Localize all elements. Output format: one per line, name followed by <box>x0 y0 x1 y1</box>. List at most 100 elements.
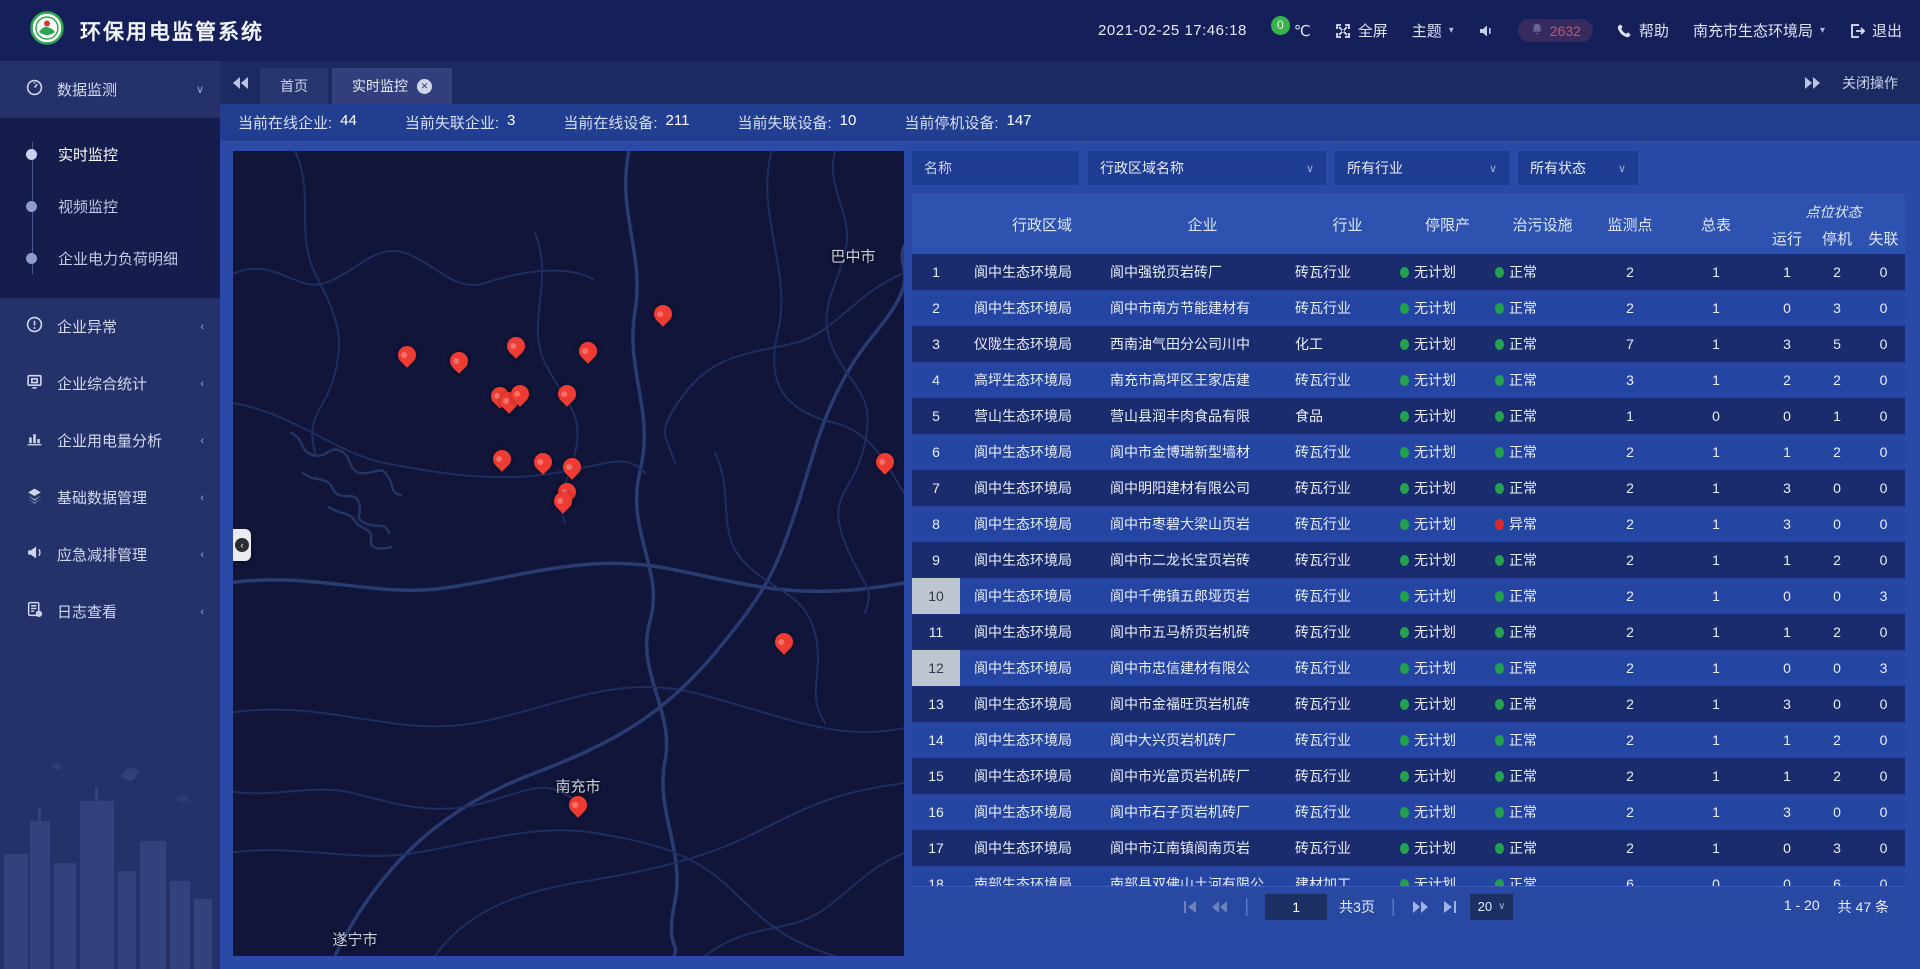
cell-company: 阆中大兴页岩机砖厂 <box>1110 730 1295 750</box>
stat-item-1: 当前失联企业:3 <box>405 112 516 133</box>
sidebar-item-3[interactable]: 企业用电量分析‹ <box>0 412 220 469</box>
table-row[interactable]: 11阆中生态环境局阆中市五马桥页岩机砖砖瓦行业无计划正常21120 <box>912 614 1905 650</box>
col-point-status-group: 点位状态 运行 停机 失联 <box>1762 194 1905 254</box>
cell-industry: 砖瓦行业 <box>1295 298 1400 318</box>
cell-company: 南充市高坪区王家店建 <box>1110 370 1295 390</box>
table-row[interactable]: 5营山生态环境局营山县润丰肉食品有限食品无计划正常10010 <box>912 398 1905 434</box>
cell-industry: 砖瓦行业 <box>1295 802 1400 822</box>
cell-offline: 0 <box>1862 876 1905 886</box>
help-button[interactable]: 帮助 <box>1617 20 1669 41</box>
chevron-down-icon: ∨ <box>1489 162 1497 175</box>
fullscreen-button[interactable]: 全屏 <box>1335 20 1388 41</box>
cell-facility: 正常 <box>1495 802 1590 822</box>
temperature: 0 ℃ <box>1271 22 1311 40</box>
status-dot-icon <box>1400 519 1409 530</box>
table-row[interactable]: 6阆中生态环境局阆中市金博瑞新型墙材砖瓦行业无计划正常21120 <box>912 434 1905 470</box>
row-number: 10 <box>912 578 960 614</box>
cell-company: 阆中明阳建材有限公司 <box>1110 478 1295 498</box>
table-row[interactable]: 17阆中生态环境局阆中市江南镇阆南页岩砖瓦行业无计划正常21030 <box>912 830 1905 866</box>
table-row[interactable]: 1阆中生态环境局阆中强锐页岩砖厂砖瓦行业无计划正常21120 <box>912 254 1905 290</box>
sidebar-item-5[interactable]: 应急减排管理‹ <box>0 526 220 583</box>
col-offline: 失联 <box>1862 222 1905 254</box>
status-select[interactable]: 所有状态∨ <box>1518 151 1638 185</box>
cell-offline: 0 <box>1862 624 1905 640</box>
sidebar-subitem-2[interactable]: 企业电力负荷明细 <box>0 232 220 284</box>
table-row[interactable]: 2阆中生态环境局阆中市南方节能建材有砖瓦行业无计划正常21030 <box>912 290 1905 326</box>
cell-running: 0 <box>1762 876 1812 886</box>
cell-offline: 0 <box>1862 480 1905 496</box>
tabs-scroll-right-button[interactable] <box>1792 61 1832 104</box>
theme-dropdown[interactable]: 主题▾ <box>1412 20 1454 41</box>
cell-stopped: 2 <box>1812 444 1862 460</box>
sidebar-subitem-0[interactable]: 实时监控 <box>0 128 220 180</box>
table-row[interactable]: 7阆中生态环境局阆中明阳建材有限公司砖瓦行业无计划正常21300 <box>912 470 1905 506</box>
region-select[interactable]: 行政区域名称∨ <box>1088 151 1326 185</box>
cell-region: 营山生态环境局 <box>960 406 1110 426</box>
cell-production: 无计划 <box>1400 694 1495 714</box>
cell-region: 阆中生态环境局 <box>960 622 1110 642</box>
sidebar-item-1[interactable]: 企业异常‹ <box>0 298 220 355</box>
bullet-icon <box>26 201 37 212</box>
cell-offline: 0 <box>1862 840 1905 856</box>
tab-close-icon[interactable]: ✕ <box>417 79 432 94</box>
skyline-decoration <box>0 759 220 969</box>
sidebar-item-2[interactable]: 企业综合统计‹ <box>0 355 220 412</box>
map-panel[interactable]: 巴中市南充市遂宁市 ‹ <box>233 151 904 956</box>
industry-select[interactable]: 所有行业∨ <box>1335 151 1509 185</box>
table-row[interactable]: 14阆中生态环境局阆中大兴页岩机砖厂砖瓦行业无计划正常21120 <box>912 722 1905 758</box>
cell-industry: 化工 <box>1295 334 1400 354</box>
cell-meters: 1 <box>1670 300 1762 316</box>
table-row[interactable]: 3仪陇生态环境局西南油气田分公司川中化工无计划正常71350 <box>912 326 1905 362</box>
cell-industry: 砖瓦行业 <box>1295 586 1400 606</box>
chevron-left-icon: ‹ <box>200 606 204 618</box>
sidebar-collapse-button[interactable]: ‹ <box>233 529 251 561</box>
bullet-icon <box>26 149 37 160</box>
user-dropdown[interactable]: 南充市生态环境局▾ <box>1693 20 1825 41</box>
first-page-button[interactable] <box>1182 900 1198 914</box>
logout-button[interactable]: 退出 <box>1849 20 1902 41</box>
total-count-label: 共 47 条 <box>1838 897 1889 917</box>
table-row[interactable]: 8阆中生态环境局阆中市枣碧大梁山页岩砖瓦行业无计划异常21300 <box>912 506 1905 542</box>
table-row[interactable]: 12阆中生态环境局阆中市忠信建材有限公砖瓦行业无计划正常21003 <box>912 650 1905 686</box>
table-row[interactable]: 15阆中生态环境局阆中市光富页岩机砖厂砖瓦行业无计划正常21120 <box>912 758 1905 794</box>
last-page-button[interactable] <box>1442 900 1458 914</box>
cell-meters: 1 <box>1670 444 1762 460</box>
chevron-left-icon: ‹ <box>200 321 204 333</box>
cell-facility: 正常 <box>1495 442 1590 462</box>
previous-page-button[interactable] <box>1210 900 1228 914</box>
table-row[interactable]: 4高坪生态环境局南充市高坪区王家店建砖瓦行业无计划正常31220 <box>912 362 1905 398</box>
sidebar-item-0[interactable]: 数据监测∨ <box>0 61 220 118</box>
notification-badge[interactable]: 2632 <box>1518 19 1593 42</box>
page-number-input[interactable] <box>1265 894 1327 920</box>
cell-company: 阆中市五马桥页岩机砖 <box>1110 622 1295 642</box>
temperature-badge: 0 <box>1271 16 1290 35</box>
tabs-scroll-left-button[interactable] <box>220 61 260 104</box>
cell-industry: 建材加工 <box>1295 874 1400 886</box>
table-row[interactable]: 18南部生态环境局南部县双佛山土河有限公建材加工无计划正常60060 <box>912 866 1905 886</box>
chevron-down-icon: ▾ <box>1449 25 1454 36</box>
sidebar-item-4[interactable]: 基础数据管理‹ <box>0 469 220 526</box>
table-row[interactable]: 13阆中生态环境局阆中市金福旺页岩机砖砖瓦行业无计划正常21300 <box>912 686 1905 722</box>
sidebar-item-6[interactable]: 日志查看‹ <box>0 583 220 640</box>
cell-production: 无计划 <box>1400 802 1495 822</box>
status-dot-icon <box>1400 267 1409 278</box>
sidebar-subitem-1[interactable]: 视频监控 <box>0 180 220 232</box>
page-size-select[interactable]: 20∨ <box>1470 894 1514 920</box>
close-operations-button[interactable]: 关闭操作 <box>1842 73 1898 93</box>
chevron-down-icon: ∨ <box>196 83 204 96</box>
name-search-input[interactable] <box>912 151 1079 185</box>
table-row[interactable]: 9阆中生态环境局阆中市二龙长宝页岩砖砖瓦行业无计划正常21120 <box>912 542 1905 578</box>
cell-industry: 砖瓦行业 <box>1295 478 1400 498</box>
table-row[interactable]: 10阆中生态环境局阆中千佛镇五郎垭页岩砖瓦行业无计划正常21003 <box>912 578 1905 614</box>
cell-production: 无计划 <box>1400 262 1495 282</box>
tab-home[interactable]: 首页 <box>260 68 328 104</box>
cell-running: 1 <box>1762 444 1812 460</box>
tab-realtime-monitor[interactable]: 实时监控 ✕ <box>332 68 452 104</box>
cell-industry: 砖瓦行业 <box>1295 694 1400 714</box>
datetime: 2021-02-25 17:46:18 <box>1098 22 1247 39</box>
table-row[interactable]: 16阆中生态环境局阆中市石子页岩机砖厂砖瓦行业无计划正常21300 <box>912 794 1905 830</box>
cell-industry: 砖瓦行业 <box>1295 550 1400 570</box>
next-page-button[interactable] <box>1412 900 1430 914</box>
status-dot-icon <box>1495 771 1504 782</box>
sound-button[interactable] <box>1478 23 1494 39</box>
